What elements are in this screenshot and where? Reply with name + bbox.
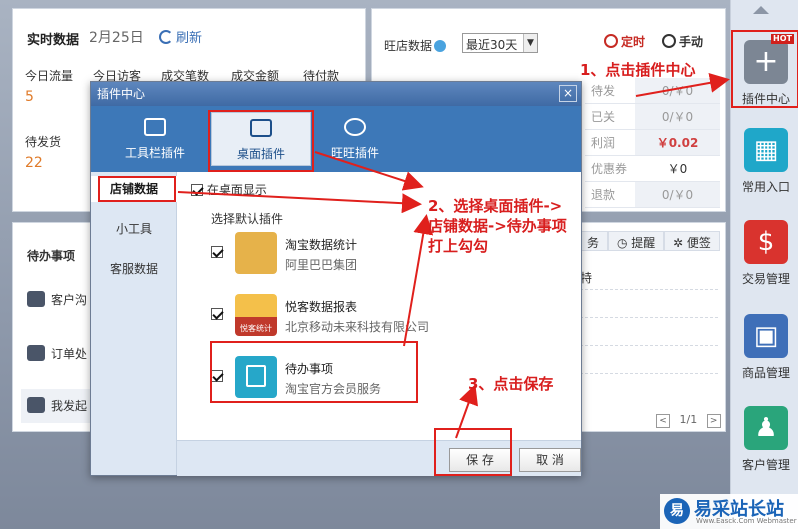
arrow [455, 384, 478, 439]
arrow [314, 151, 424, 191]
arrow [177, 191, 422, 214]
watermark-logo-icon: 易 [664, 498, 690, 524]
watermark-sub: Www.Easck.Com Webmaster [696, 517, 797, 525]
arrow [635, 72, 730, 97]
annotation-step2: 2、选择桌面插件-> 店铺数据->待办事项 打上勾勾 [428, 197, 567, 255]
annotation-step1: 1、点击插件中心 [580, 61, 696, 79]
arrow [403, 214, 434, 347]
watermark: 易 易采站长站 Www.Easck.Com Webmaster [660, 494, 798, 529]
annotation-step3: 3、点击保存 [468, 375, 554, 393]
